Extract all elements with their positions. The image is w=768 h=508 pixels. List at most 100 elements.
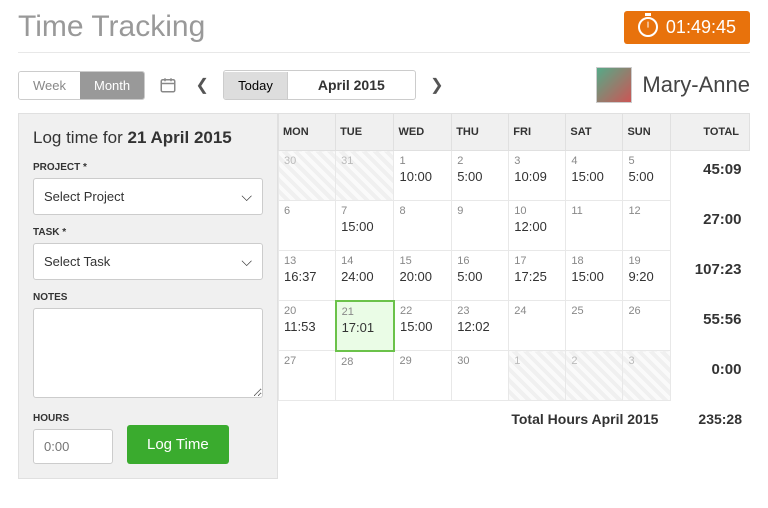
calendar-cell[interactable]: 25:00	[452, 151, 509, 201]
day-hours: 17:01	[342, 320, 388, 335]
day-number: 15	[399, 255, 446, 267]
username: Mary-Anne	[642, 72, 750, 98]
month-button[interactable]: Month	[80, 72, 144, 99]
day-number: 27	[284, 355, 330, 367]
calendar-cell[interactable]: 21 17:01	[336, 301, 394, 351]
sidebar-title-prefix: Log time for	[33, 128, 128, 147]
day-hours: 11:53	[284, 319, 330, 334]
notes-field[interactable]	[33, 308, 263, 398]
day-number: 9	[457, 205, 503, 217]
calendar-cell[interactable]: 2	[566, 351, 623, 401]
current-period[interactable]: April 2015	[288, 71, 415, 99]
calendar-cell[interactable]: 1	[509, 351, 566, 401]
week-total: 45:09	[671, 151, 750, 201]
calendar-cell[interactable]: 29	[394, 351, 452, 401]
calendar-cell[interactable]: 1012:00	[509, 201, 566, 251]
calendar-cell[interactable]: 28	[336, 351, 394, 401]
calendar-cell[interactable]: 12	[623, 201, 671, 251]
day-number: 7	[341, 205, 388, 217]
day-number: 31	[341, 155, 388, 167]
timer-badge[interactable]: 01:49:45	[624, 11, 750, 44]
day-hours: 10:00	[399, 169, 446, 184]
week-total: 55:56	[671, 301, 750, 351]
week-total: 0:00	[671, 351, 750, 401]
day-hours: 12:02	[457, 319, 503, 334]
day-hours: 15:00	[400, 319, 446, 334]
calendar-cell[interactable]: 26	[623, 301, 671, 351]
day-number: 25	[571, 305, 617, 317]
calendar-cell[interactable]: 110:00	[394, 151, 452, 201]
day-header: TUE	[336, 114, 394, 151]
day-number: 5	[628, 155, 665, 167]
project-select[interactable]: Select Project ⌵	[33, 178, 263, 215]
day-hours: 10:09	[514, 169, 560, 184]
next-arrow[interactable]: ❯	[426, 74, 448, 96]
calendar-cell[interactable]: 2011:53	[279, 301, 336, 351]
date-picker: Today April 2015	[223, 70, 416, 100]
day-number: 21	[342, 306, 388, 318]
project-select-value: Select Project	[44, 189, 124, 204]
day-number: 6	[284, 205, 330, 217]
calendar-cell[interactable]: 30	[279, 151, 336, 201]
calendar-cell[interactable]: 3	[623, 351, 671, 401]
day-number: 23	[457, 305, 503, 317]
week-total: 107:23	[671, 251, 750, 301]
day-number: 22	[400, 305, 446, 317]
calendar-cell[interactable]: 1316:37	[279, 251, 336, 301]
day-header: WED	[394, 114, 452, 151]
week-button[interactable]: Week	[19, 72, 80, 99]
day-hours: 5:00	[457, 169, 503, 184]
calendar-cell[interactable]: 1424:00	[336, 251, 394, 301]
day-number: 2	[571, 355, 617, 367]
calendar-cell[interactable]: 55:00	[623, 151, 671, 201]
notes-label: NOTES	[33, 292, 263, 303]
stopwatch-icon	[638, 17, 658, 37]
day-hours: 12:00	[514, 219, 560, 234]
calendar-cell[interactable]: 23 12:02	[452, 301, 509, 351]
day-header: SUN	[623, 114, 671, 151]
calendar-cell[interactable]: 19 9:20	[623, 251, 671, 301]
calendar-cell[interactable]: 1815:00	[566, 251, 623, 301]
calendar-cell[interactable]: 22 15:00	[394, 301, 452, 351]
log-time-panel: Log time for 21 April 2015 PROJECT * Sel…	[18, 113, 278, 479]
day-number: 16	[457, 255, 503, 267]
hours-input[interactable]	[33, 429, 113, 464]
calendar-cell[interactable]: 8	[394, 201, 452, 251]
day-hours: 24:00	[341, 269, 388, 284]
calendar-cell[interactable]: 25	[566, 301, 623, 351]
calendar-cell[interactable]: 415:00	[566, 151, 623, 201]
log-time-button[interactable]: Log Time	[127, 425, 229, 464]
divider	[18, 52, 750, 53]
day-number: 8	[399, 205, 446, 217]
day-number: 19	[628, 255, 665, 267]
calendar-icon[interactable]	[159, 76, 177, 94]
day-header: FRI	[509, 114, 566, 151]
calendar-cell[interactable]: 30	[452, 351, 509, 401]
calendar-cell[interactable]: 6	[279, 201, 336, 251]
user-block[interactable]: Mary-Anne	[596, 67, 750, 103]
day-number: 18	[571, 255, 617, 267]
calendar-cell[interactable]: 31	[336, 151, 394, 201]
calendar-cell[interactable]: 27	[279, 351, 336, 401]
task-label: TASK *	[33, 227, 263, 238]
footer-label: Total Hours April 2015	[511, 411, 658, 427]
day-number: 4	[571, 155, 617, 167]
calendar-cell[interactable]: 1717:25	[509, 251, 566, 301]
day-number: 17	[514, 255, 560, 267]
prev-arrow[interactable]: ❮	[191, 74, 213, 96]
day-number: 30	[284, 155, 330, 167]
task-select[interactable]: Select Task ⌵	[33, 243, 263, 280]
timer-value: 01:49:45	[666, 17, 736, 38]
project-label: PROJECT *	[33, 162, 263, 173]
day-hours: 9:20	[628, 269, 665, 284]
today-button[interactable]: Today	[224, 72, 288, 99]
day-number: 28	[341, 356, 388, 368]
calendar-cell[interactable]: 310:09	[509, 151, 566, 201]
calendar-cell[interactable]: 24	[509, 301, 566, 351]
calendar-cell[interactable]: 165:00	[452, 251, 509, 301]
hours-label: HOURS	[33, 413, 113, 424]
calendar-cell[interactable]: 11	[566, 201, 623, 251]
calendar-cell[interactable]: 9	[452, 201, 509, 251]
calendar-cell[interactable]: 1520:00	[394, 251, 452, 301]
calendar-cell[interactable]: 715:00	[336, 201, 394, 251]
